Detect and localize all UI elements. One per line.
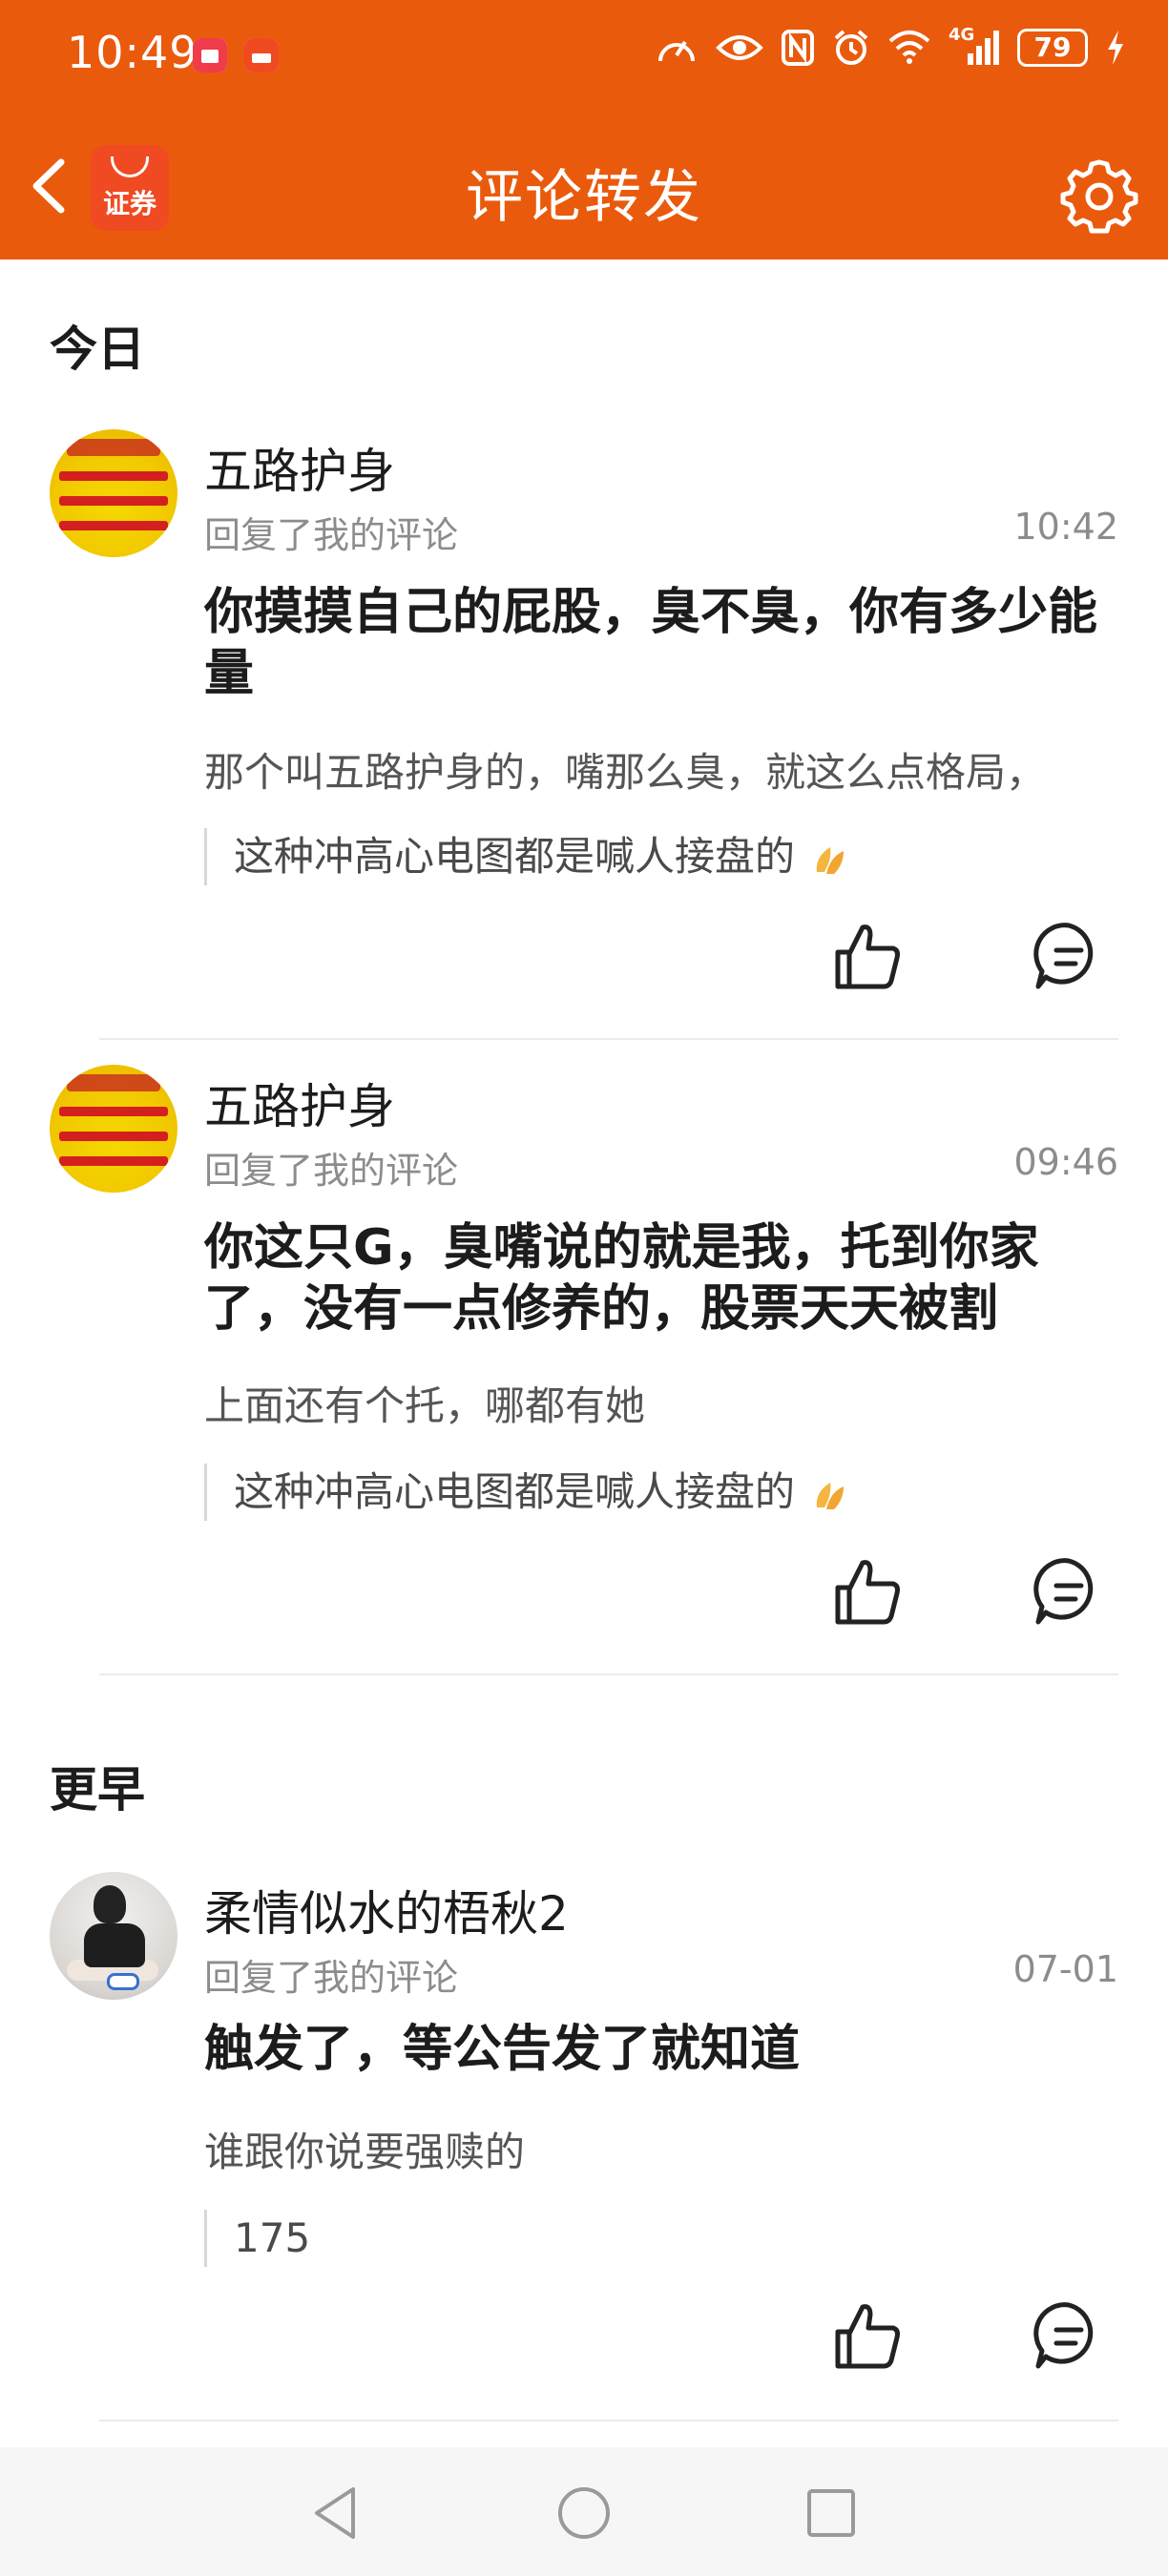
divider xyxy=(99,1673,1118,1675)
username[interactable]: 五路护身 xyxy=(204,433,395,502)
signal-icon: 4G xyxy=(949,25,1000,67)
reply-text[interactable]: 触发了，等公告发了就知道 xyxy=(204,2019,1118,2080)
triangle-back-icon xyxy=(315,2487,355,2539)
reply-comment-button[interactable] xyxy=(1032,1555,1105,1628)
quoted-comment[interactable]: 175 xyxy=(204,2210,1118,2267)
thumbs-up-icon xyxy=(835,924,900,989)
comment-bubble-icon xyxy=(1033,1558,1094,1625)
status-icons: 4G 79 xyxy=(655,25,1126,67)
quote-text: 175 xyxy=(234,2214,311,2261)
status-time: 10:49 xyxy=(67,27,198,78)
divider xyxy=(99,1038,1118,1040)
avatar[interactable] xyxy=(50,429,177,557)
notification-item[interactable]: 柔情似水的梧秋2 回复了我的评论 07-01 触发了，等公告发了就知道 谁跟你说… xyxy=(0,1872,1168,2425)
page-title: 评论转发 xyxy=(466,164,702,231)
settings-button[interactable] xyxy=(1059,155,1139,235)
nav-home-button[interactable] xyxy=(551,2480,617,2546)
quote-text: 这种冲高心电图都是喊人接盘的 xyxy=(234,1468,796,1515)
wifi-icon xyxy=(888,31,930,64)
nfc-icon xyxy=(782,30,814,66)
context-text: 那个叫五路护身的，嘴那么臭，就这么点格局， xyxy=(204,749,1047,796)
comment-bubble-icon xyxy=(1033,2302,1094,2369)
gear-icon xyxy=(1060,159,1138,234)
quoted-comment[interactable]: 这种冲高心电图都是喊人接盘的 xyxy=(204,1464,1118,1521)
username[interactable]: 五路护身 xyxy=(204,1069,395,1137)
reply-comment-button[interactable] xyxy=(1032,2299,1105,2372)
circle-home-icon xyxy=(558,2487,610,2539)
reply-text[interactable]: 你这只G，臭嘴说的就是我，托到你家了，没有一点修养的，股票天天被割 xyxy=(204,1217,1118,1340)
action-text: 回复了我的评论 xyxy=(204,514,459,556)
reply-text[interactable]: 你摸摸自己的屁股，臭不臭，你有多少能量 xyxy=(204,582,1118,704)
avatar[interactable] xyxy=(50,1065,177,1193)
eye-icon xyxy=(716,35,763,60)
notification-item[interactable]: 五路护身 回复了我的评论 10:42 你摸摸自己的屁股，臭不臭，你有多少能量 那… xyxy=(0,429,1168,1040)
quote-text: 这种冲高心电图都是喊人接盘的 xyxy=(234,833,796,880)
action-text: 回复了我的评论 xyxy=(204,1150,459,1192)
like-button[interactable] xyxy=(832,2299,905,2372)
battery-indicator: 79 xyxy=(1017,29,1088,67)
palms-together-emoji-icon xyxy=(817,1482,845,1509)
context-text: 谁跟你说要强赎的 xyxy=(204,2129,526,2175)
speedometer-icon xyxy=(658,40,695,62)
system-nav-bar xyxy=(0,2447,1168,2576)
status-bar: 10:49 4G 79 xyxy=(0,0,1168,113)
huawei-app-icon xyxy=(193,38,227,73)
action-text: 回复了我的评论 xyxy=(204,1957,459,1999)
square-recents-icon xyxy=(807,2489,855,2537)
thumbs-up-icon xyxy=(835,1560,900,1625)
app-header: 证券 评论转发 xyxy=(0,113,1168,260)
section-title-earlier: 更早 xyxy=(50,1762,145,1818)
divider xyxy=(99,2420,1118,2421)
like-button[interactable] xyxy=(832,920,905,992)
like-button[interactable] xyxy=(832,1555,905,1628)
notification-item[interactable]: 五路护身 回复了我的评论 09:46 你这只G，臭嘴说的就是我，托到你家了，没有… xyxy=(0,1065,1168,1675)
section-title-today: 今日 xyxy=(50,322,145,377)
charging-icon xyxy=(1108,31,1123,65)
thumbs-up-icon xyxy=(835,2304,900,2369)
timestamp: 10:42 xyxy=(1013,506,1118,548)
reply-comment-button[interactable] xyxy=(1032,920,1105,992)
nav-recents-button[interactable] xyxy=(798,2480,865,2546)
palms-together-emoji-icon xyxy=(817,846,845,874)
username[interactable]: 柔情似水的梧秋2 xyxy=(204,1876,569,1944)
securities-app-icon xyxy=(244,38,279,73)
nav-back-button[interactable] xyxy=(303,2480,370,2546)
comment-bubble-icon xyxy=(1033,923,1094,989)
context-text: 上面还有个托，哪都有她 xyxy=(204,1382,646,1429)
quoted-comment[interactable]: 这种冲高心电图都是喊人接盘的 xyxy=(204,828,1118,885)
timestamp: 09:46 xyxy=(1013,1141,1118,1183)
timestamp: 07-01 xyxy=(1012,1948,1118,1990)
avatar[interactable] xyxy=(50,1872,177,2000)
alarm-icon xyxy=(834,30,868,65)
